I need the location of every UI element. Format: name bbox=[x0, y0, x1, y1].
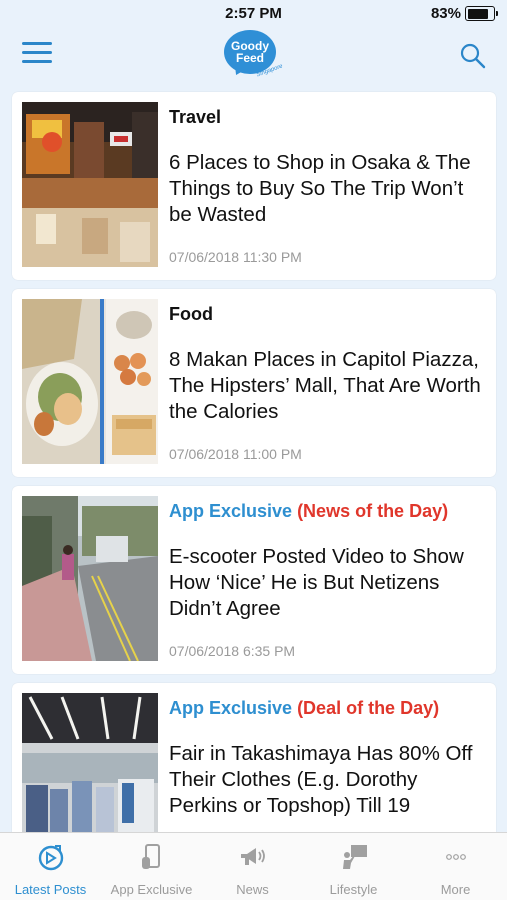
battery-percent: 83% bbox=[430, 5, 461, 22]
post-card[interactable]: App Exclusive (News of the Day) E-scoote… bbox=[12, 486, 496, 674]
nav-header: Goody Feed Singapore bbox=[0, 28, 507, 88]
post-card[interactable]: Food 8 Makan Places in Capitol Piazza, T… bbox=[12, 289, 496, 477]
tab-label: App Exclusive bbox=[110, 882, 193, 897]
post-category: Food bbox=[169, 304, 213, 324]
logo-line2: Feed bbox=[235, 51, 264, 65]
phone-icon bbox=[137, 843, 167, 871]
post-thumbnail bbox=[22, 496, 158, 661]
post-date: 07/06/2018 6:35 PM bbox=[169, 643, 296, 659]
hamburger-menu-icon[interactable] bbox=[22, 42, 52, 68]
post-category-tag: (News of the Day) bbox=[297, 501, 449, 521]
tab-label: More bbox=[440, 882, 471, 897]
post-thumbnail bbox=[22, 299, 158, 464]
post-category: App Exclusive (News of the Day) bbox=[169, 501, 449, 521]
megaphone-icon bbox=[238, 843, 268, 871]
latest-posts-icon bbox=[36, 843, 66, 871]
goody-feed-logo: Goody Feed Singapore bbox=[224, 30, 284, 80]
tab-more[interactable]: More bbox=[404, 833, 507, 900]
tab-news[interactable]: News bbox=[202, 833, 303, 900]
post-category: Travel bbox=[169, 107, 222, 127]
more-dots-icon bbox=[441, 843, 471, 871]
post-card[interactable]: Travel 6 Places to Shop in Osaka & The T… bbox=[12, 92, 496, 280]
tab-label: Lifestyle bbox=[329, 882, 378, 897]
post-title[interactable]: 6 Places to Shop in Osaka & The Things t… bbox=[169, 150, 489, 228]
post-category: App Exclusive (Deal of the Day) bbox=[169, 698, 440, 718]
presenter-icon bbox=[339, 843, 369, 871]
post-title[interactable]: 8 Makan Places in Capitol Piazza, The Hi… bbox=[169, 347, 489, 425]
tab-latest-posts[interactable]: Latest Posts bbox=[0, 833, 101, 900]
post-title[interactable]: E-scooter Posted Video to Show How ‘Nice… bbox=[169, 544, 489, 622]
tab-app-exclusive[interactable]: App Exclusive bbox=[101, 833, 202, 900]
post-title[interactable]: Fair in Takashimaya Has 80% Off Their Cl… bbox=[169, 741, 489, 819]
tab-label: News bbox=[236, 882, 269, 897]
tab-lifestyle[interactable]: Lifestyle bbox=[303, 833, 404, 900]
status-bar: 2:57 PM 83% bbox=[0, 0, 507, 28]
search-icon[interactable] bbox=[459, 42, 487, 70]
battery-icon bbox=[465, 6, 498, 21]
post-category-tag: (Deal of the Day) bbox=[297, 698, 440, 718]
tab-bar: Latest Posts App Exclusive News Lifestyl… bbox=[0, 832, 507, 900]
tab-label: Latest Posts bbox=[14, 882, 87, 897]
post-date: 07/06/2018 11:30 PM bbox=[169, 249, 302, 265]
post-date: 07/06/2018 11:00 PM bbox=[169, 446, 302, 462]
post-thumbnail bbox=[22, 102, 158, 267]
